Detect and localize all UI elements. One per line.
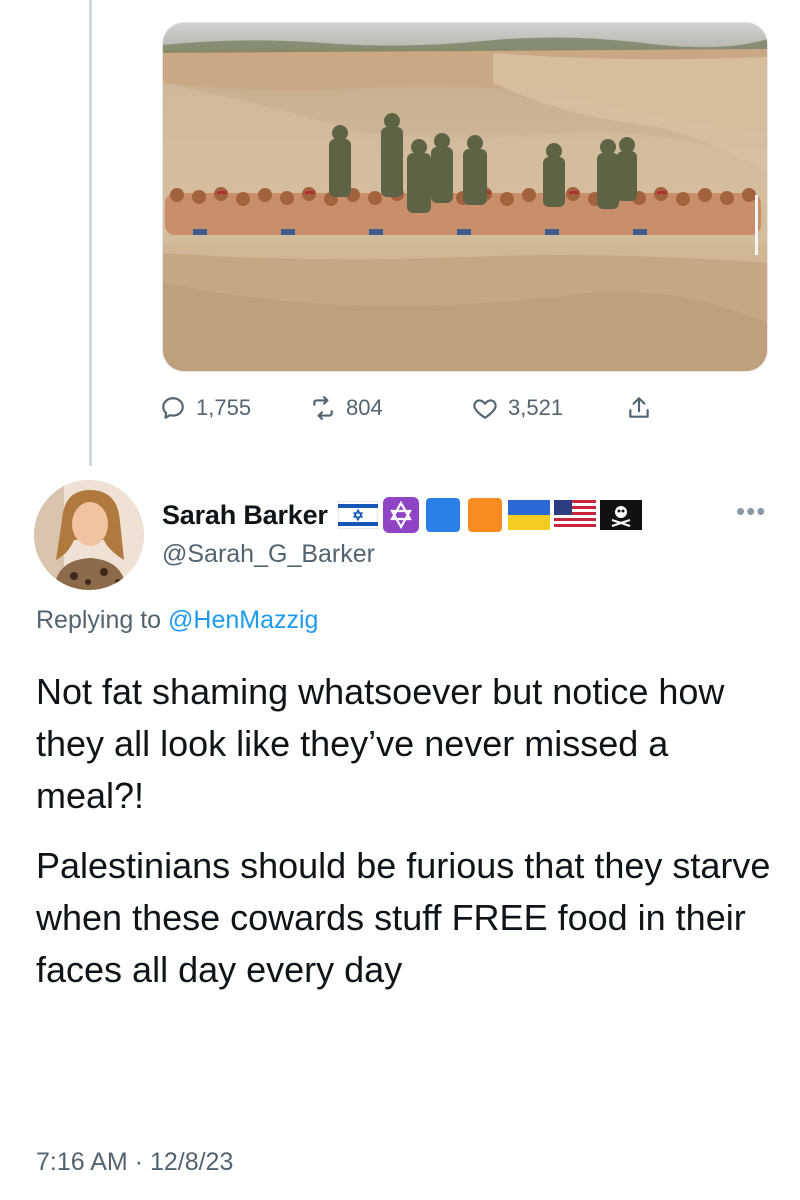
author-name[interactable]: Sarah Barker xyxy=(162,500,328,531)
tweet-timestamp[interactable]: 7:16 AM · 12/8/23 xyxy=(36,1148,233,1177)
reply-count: 1,755 xyxy=(196,395,252,420)
tweet-photo-image xyxy=(163,23,767,371)
share-icon xyxy=(629,397,649,418)
israel-flag-icon xyxy=(337,501,378,529)
tweet-action-bar: 1,755 804 3,521 xyxy=(160,388,680,428)
retweet-button[interactable]: 804 xyxy=(310,388,383,428)
tweet-text: Not fat shaming whatsoever but notice ho… xyxy=(36,666,776,996)
author-name-row: Sarah Barker xyxy=(162,494,642,536)
reply-icon xyxy=(162,397,184,419)
avatar[interactable] xyxy=(34,480,144,590)
more-options-icon[interactable]: ••• xyxy=(736,498,766,524)
usa-flag-icon xyxy=(553,500,596,530)
orange-square-icon xyxy=(467,498,502,532)
tweet-photo[interactable] xyxy=(162,22,768,372)
like-count: 3,521 xyxy=(508,395,564,420)
tweet-text-paragraph-2: Palestinians should be furious that they… xyxy=(36,845,771,990)
replying-to-mention-link[interactable]: @HenMazzig xyxy=(168,606,318,634)
name-emoji-badges xyxy=(337,496,642,534)
replying-to-line: Replying to @HenMazzig xyxy=(36,606,318,635)
thread-connector-line xyxy=(89,0,92,466)
star-of-david-icon xyxy=(382,497,419,533)
retweet-count: 804 xyxy=(346,395,383,420)
retweet-icon xyxy=(313,396,333,420)
like-button[interactable]: 3,521 xyxy=(472,388,563,428)
pirate-flag-icon xyxy=(599,500,642,530)
author-handle[interactable]: @Sarah_G_Barker xyxy=(162,540,375,569)
tweet-text-paragraph-1: Not fat shaming whatsoever but notice ho… xyxy=(36,671,725,816)
ukraine-flag-icon xyxy=(507,500,550,530)
reply-button[interactable]: 1,755 xyxy=(160,388,251,428)
heart-icon xyxy=(473,399,497,419)
replying-prefix: Replying to xyxy=(36,606,169,634)
blue-square-icon xyxy=(425,498,460,532)
avatar-image xyxy=(34,480,144,590)
share-button[interactable] xyxy=(626,388,652,428)
